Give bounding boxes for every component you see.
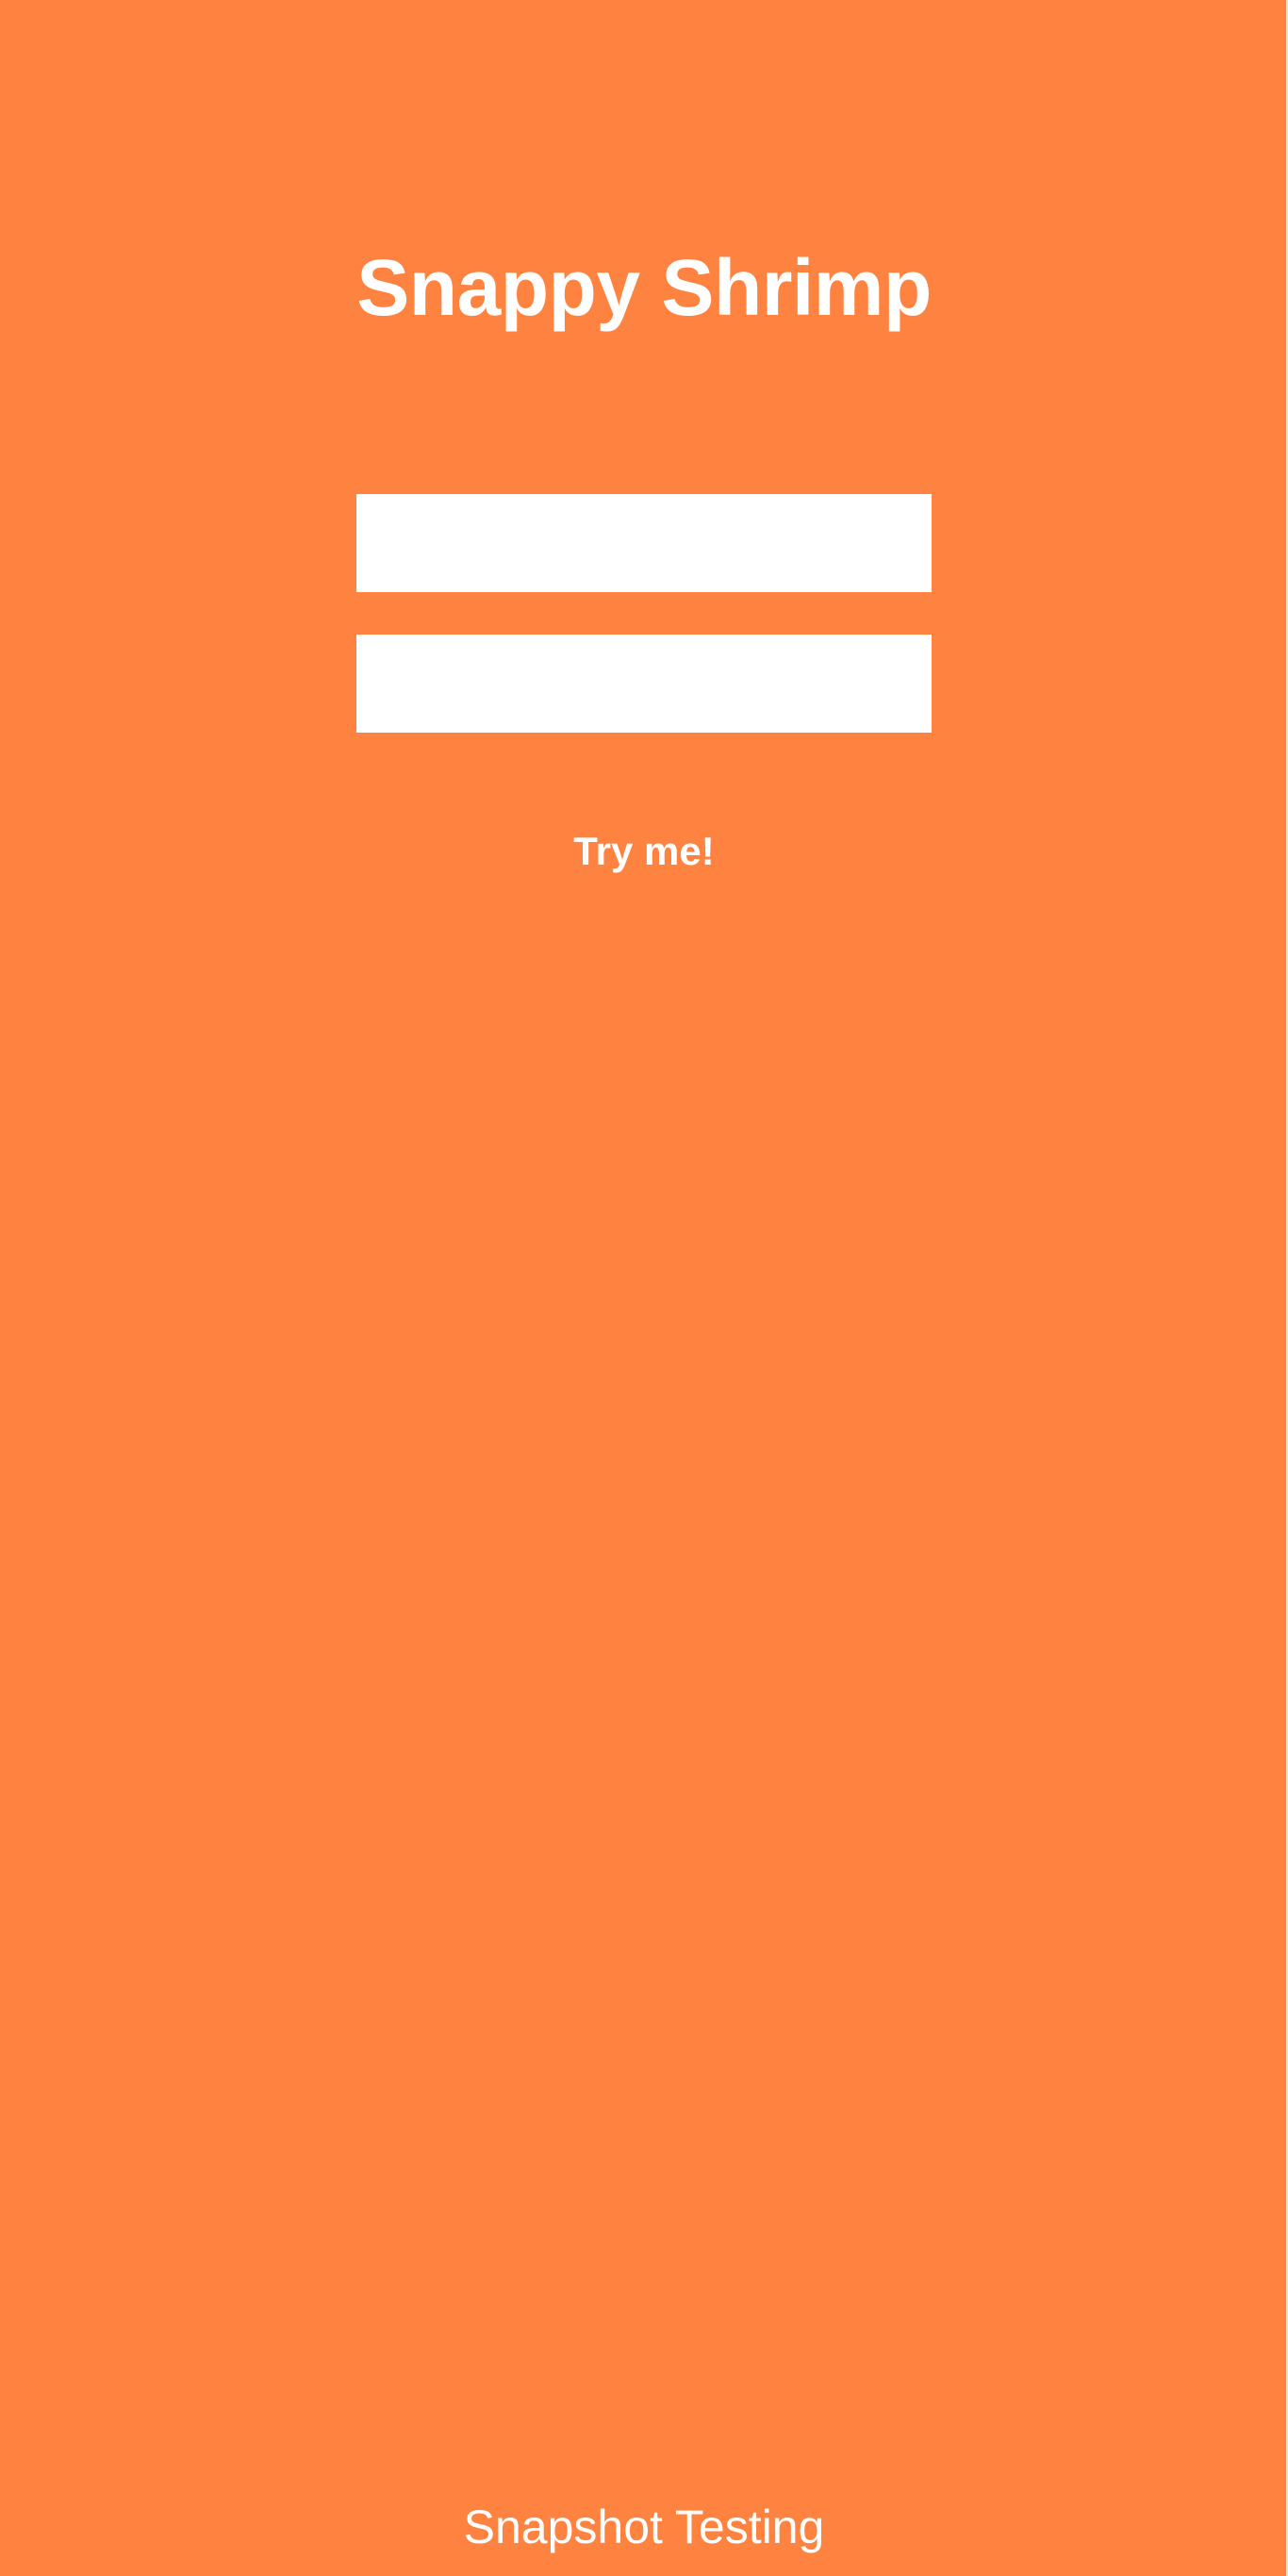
try-me-button[interactable]: Try me!: [503, 815, 785, 888]
app-screen: Snappy Shrimp Try me! Snapshot Testing: [0, 0, 1288, 2576]
username-field[interactable]: [356, 494, 932, 592]
password-field[interactable]: [356, 635, 932, 733]
footer-label: Snapshot Testing: [463, 2501, 825, 2553]
page-title: Snappy Shrimp: [356, 243, 932, 332]
